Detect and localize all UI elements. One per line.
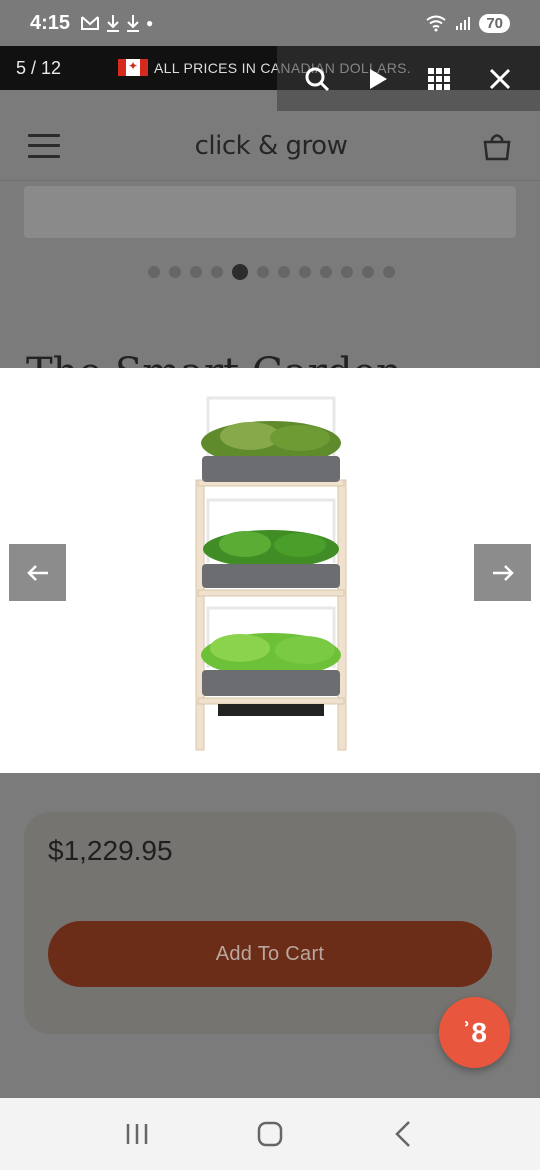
carousel-dot[interactable] [341,266,353,278]
carousel-dot[interactable] [383,266,395,278]
dot-icon: ● [146,16,154,30]
image-viewer-toolbar [277,46,540,111]
product-price: $1,229.95 [48,835,173,866]
nav-recent-icon[interactable] [112,1114,162,1154]
carousel-dot[interactable] [257,266,269,278]
search-icon[interactable] [297,59,337,99]
site-header: click & grow [0,111,540,181]
vertical-garden-image [195,396,347,751]
grid-icon[interactable] [419,59,459,99]
notification-icons: ● [80,14,153,32]
wifi-icon [426,15,446,32]
carousel-dot[interactable] [190,266,202,278]
carousel-dot[interactable] [278,266,290,278]
gmail-icon [81,16,100,30]
battery-badge: 70 [479,13,510,33]
status-time: 4:15 [30,11,71,34]
status-right: 70 [425,13,510,33]
download-icon [107,15,120,32]
close-icon[interactable] [480,59,520,99]
nav-home-icon[interactable] [245,1114,295,1154]
chat-icon: ʾ8 [462,1016,487,1048]
carousel-dot[interactable] [362,266,374,278]
image-counter: 5 / 12 [16,58,62,78]
play-icon[interactable] [358,59,398,99]
carousel-dot[interactable] [299,266,311,278]
promo-strip [24,186,516,238]
add-to-cart-button[interactable]: Add To Cart [48,921,492,987]
product-image [0,368,540,773]
arrow-left-icon[interactable] [9,544,66,601]
carousel-dot[interactable] [320,266,332,278]
hamburger-icon[interactable] [28,133,60,158]
carousel-dots [148,264,395,280]
system-nav-bar [0,1098,540,1170]
status-bar: 4:15 ● 70 [0,0,540,46]
download-icon [127,15,140,32]
arrow-right-icon[interactable] [474,544,531,601]
chat-button[interactable]: ʾ8 [439,997,510,1068]
cart-icon[interactable] [482,131,512,161]
carousel-dot[interactable] [169,266,181,278]
signal-icon [456,17,471,30]
carousel-dot[interactable] [211,266,223,278]
carousel-dot[interactable] [232,264,248,280]
brand-logo[interactable]: click & grow [195,131,348,161]
carousel-dot[interactable] [148,266,160,278]
canada-flag-icon [118,59,148,76]
nav-back-icon[interactable] [378,1114,428,1154]
